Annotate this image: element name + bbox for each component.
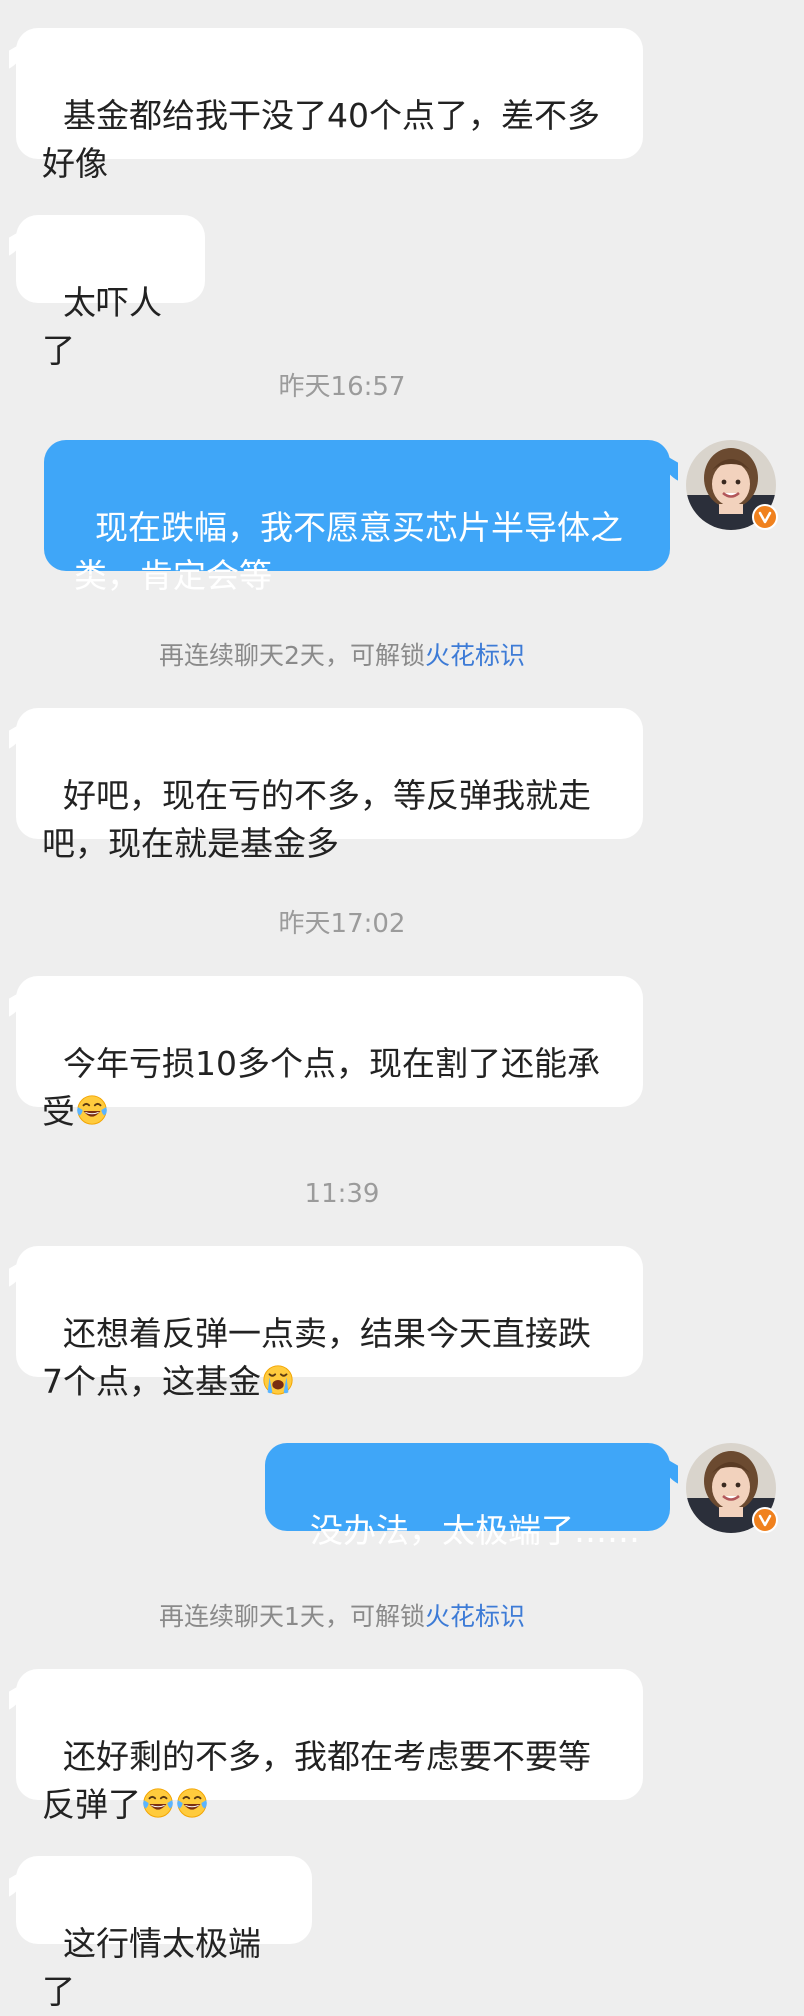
message-text: 太吓人了: [42, 283, 162, 370]
avatar[interactable]: [686, 440, 778, 530]
streak-hint: 再连续聊天2天，可解锁火花标识: [0, 639, 684, 673]
message-bubble-incoming[interactable]: 好吧，现在亏的不多，等反弹我就走 吧，现在就是基金多: [16, 708, 643, 863]
spark-badge-link[interactable]: 火花标识: [425, 641, 525, 670]
face-with-tears-of-joy-icon: [141, 1786, 175, 1820]
timestamp: 11:39: [304, 1179, 380, 1209]
message-bubble-incoming[interactable]: 太吓人了: [16, 215, 205, 370]
timestamp: 昨天17:02: [278, 909, 406, 939]
message-bubble-outgoing[interactable]: 现在跌幅，我不愿意买芯片半导体之 类，肯定会等: [44, 440, 670, 595]
v-badge-icon: [752, 504, 778, 530]
message-text: 好吧，现在亏的不多，等反弹我就走 吧，现在就是基金多: [42, 776, 591, 863]
face-with-tears-of-joy-icon: [75, 1093, 109, 1127]
spark-badge-link[interactable]: 火花标识: [425, 1602, 525, 1631]
message-text: 还好剩的不多，我都在考虑要不要等 反弹了: [42, 1737, 591, 1824]
message-text: 基金都给我干没了40个点了，差不多 好像: [42, 96, 600, 183]
message-text: 这行情太极端了: [42, 1924, 261, 2011]
avatar[interactable]: [686, 1443, 778, 1533]
timestamp: 昨天16:57: [278, 372, 406, 402]
message-bubble-incoming[interactable]: 今年亏损10多个点，现在割了还能承 受: [16, 976, 643, 1131]
v-badge-icon: [752, 1507, 778, 1533]
face-with-tears-of-joy-icon: [175, 1786, 209, 1820]
message-bubble-incoming[interactable]: 基金都给我干没了40个点了，差不多 好像: [16, 28, 643, 183]
message-text: 没办法，太极端了……: [309, 1511, 640, 1550]
streak-hint: 再连续聊天1天，可解锁火花标识: [0, 1600, 684, 1634]
message-text: 还想着反弹一点卖，结果今天直接跌 7个点，这基金: [42, 1314, 591, 1401]
message-bubble-incoming[interactable]: 这行情太极端了: [16, 1856, 312, 2011]
message-text: 现在跌幅，我不愿意买芯片半导体之 类，肯定会等: [74, 508, 623, 595]
message-bubble-incoming[interactable]: 还好剩的不多，我都在考虑要不要等 反弹了: [16, 1669, 643, 1824]
message-text: 今年亏损10多个点，现在割了还能承 受: [42, 1044, 600, 1131]
loudly-crying-face-icon: [261, 1363, 295, 1397]
streak-hint-text: 再连续聊天2天，可解锁: [159, 641, 425, 670]
streak-hint-text: 再连续聊天1天，可解锁: [159, 1602, 425, 1631]
message-bubble-incoming[interactable]: 还想着反弹一点卖，结果今天直接跌 7个点，这基金: [16, 1246, 643, 1401]
message-bubble-outgoing[interactable]: 没办法，太极端了……: [265, 1443, 670, 1550]
